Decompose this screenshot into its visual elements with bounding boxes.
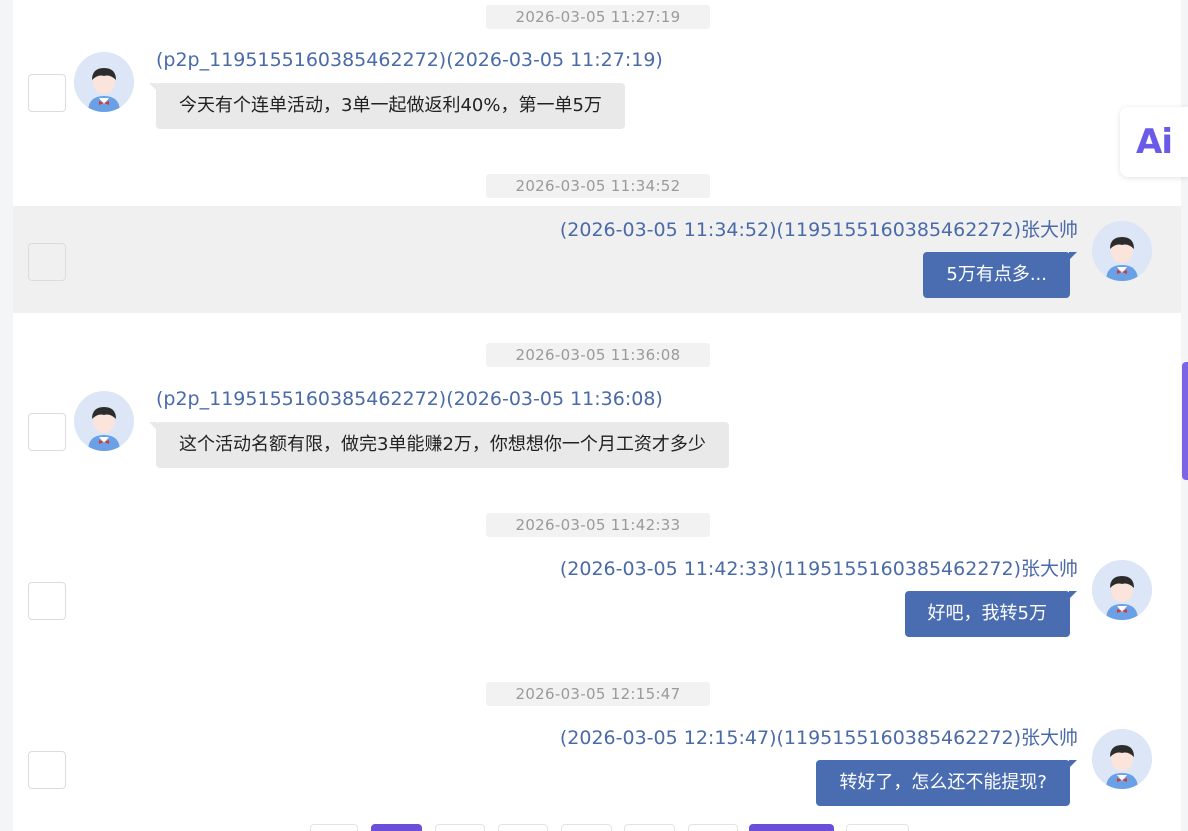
timestamp-divider: 2026-03-05 12:15:47	[13, 682, 1181, 706]
message-select-checkbox[interactable]	[28, 413, 66, 451]
ai-icon: Ai	[1136, 122, 1173, 162]
pagination-page-button[interactable]	[561, 824, 612, 831]
avatar-icon	[1092, 221, 1152, 281]
message-sender-meta: (p2p_1195155160385462272)(2026-03-05 11:…	[156, 49, 663, 71]
timestamp-divider: 2026-03-05 11:36:08	[13, 343, 1181, 367]
message-row: (2026-03-05 12:15:47)(119515516038546227…	[13, 715, 1181, 822]
message-bubble-incoming: 今天有个连单活动，3单一起做返利40%，第一单5万	[149, 83, 625, 129]
timestamp-label: 2026-03-05 12:15:47	[486, 682, 710, 706]
avatar-icon	[1092, 560, 1152, 620]
message-sender-meta: (2026-03-05 11:42:33)(119515516038546227…	[559, 558, 1078, 580]
message-select-checkbox[interactable]	[28, 243, 66, 281]
avatar-icon	[74, 391, 134, 451]
pagination-page-button-active[interactable]	[371, 824, 422, 831]
timestamp-divider: 2026-03-05 11:34:52	[13, 174, 1181, 198]
timestamp-label: 2026-03-05 11:27:19	[486, 5, 710, 29]
message-select-checkbox[interactable]	[28, 582, 66, 620]
timestamp-label: 2026-03-05 11:36:08	[486, 343, 710, 367]
pagination-page-button[interactable]	[624, 824, 675, 831]
avatar-icon	[74, 52, 134, 112]
chat-panel: 2026-03-05 11:27:19 (p2p_119515516038546…	[13, 0, 1181, 831]
pagination-jump-button[interactable]	[749, 824, 834, 831]
message-sender-meta: (2026-03-05 12:15:47)(119515516038546227…	[559, 727, 1078, 749]
pagination	[0, 824, 1188, 831]
timestamp-label: 2026-03-05 11:34:52	[486, 174, 710, 198]
pagination-next-button[interactable]	[846, 824, 909, 831]
pagination-page-button[interactable]	[688, 824, 738, 831]
message-select-checkbox[interactable]	[28, 74, 66, 112]
side-drawer-handle[interactable]	[1182, 362, 1188, 480]
message-sender-meta: (p2p_1195155160385462272)(2026-03-05 11:…	[156, 388, 663, 410]
message-row: (p2p_1195155160385462272)(2026-03-05 11:…	[13, 40, 1181, 150]
timestamp-label: 2026-03-05 11:42:33	[486, 513, 710, 537]
avatar-icon	[1092, 729, 1152, 789]
message-bubble-outgoing: 5万有点多...	[923, 252, 1077, 298]
message-select-checkbox[interactable]	[28, 751, 66, 789]
message-row-selected: (2026-03-05 11:34:52)(119515516038546227…	[13, 206, 1181, 313]
timestamp-divider: 2026-03-05 11:27:19	[13, 5, 1181, 29]
timestamp-divider: 2026-03-05 11:42:33	[13, 513, 1181, 537]
pagination-prev-button[interactable]	[310, 824, 358, 831]
message-bubble-outgoing: 好吧，我转5万	[904, 591, 1078, 637]
message-row: (2026-03-05 11:42:33)(119515516038546227…	[13, 546, 1181, 653]
message-bubble-outgoing: 转好了，怎么还不能提现?	[816, 760, 1077, 806]
pagination-page-button[interactable]	[435, 824, 485, 831]
message-row: (p2p_1195155160385462272)(2026-03-05 11:…	[13, 379, 1181, 489]
message-bubble-incoming: 这个活动名额有限，做完3单能赚2万，你想想你一个月工资才多少	[149, 422, 729, 468]
ai-assistant-button[interactable]: Ai	[1120, 107, 1188, 177]
pagination-page-button[interactable]	[498, 824, 548, 831]
message-sender-meta: (2026-03-05 11:34:52)(119515516038546227…	[559, 219, 1078, 241]
